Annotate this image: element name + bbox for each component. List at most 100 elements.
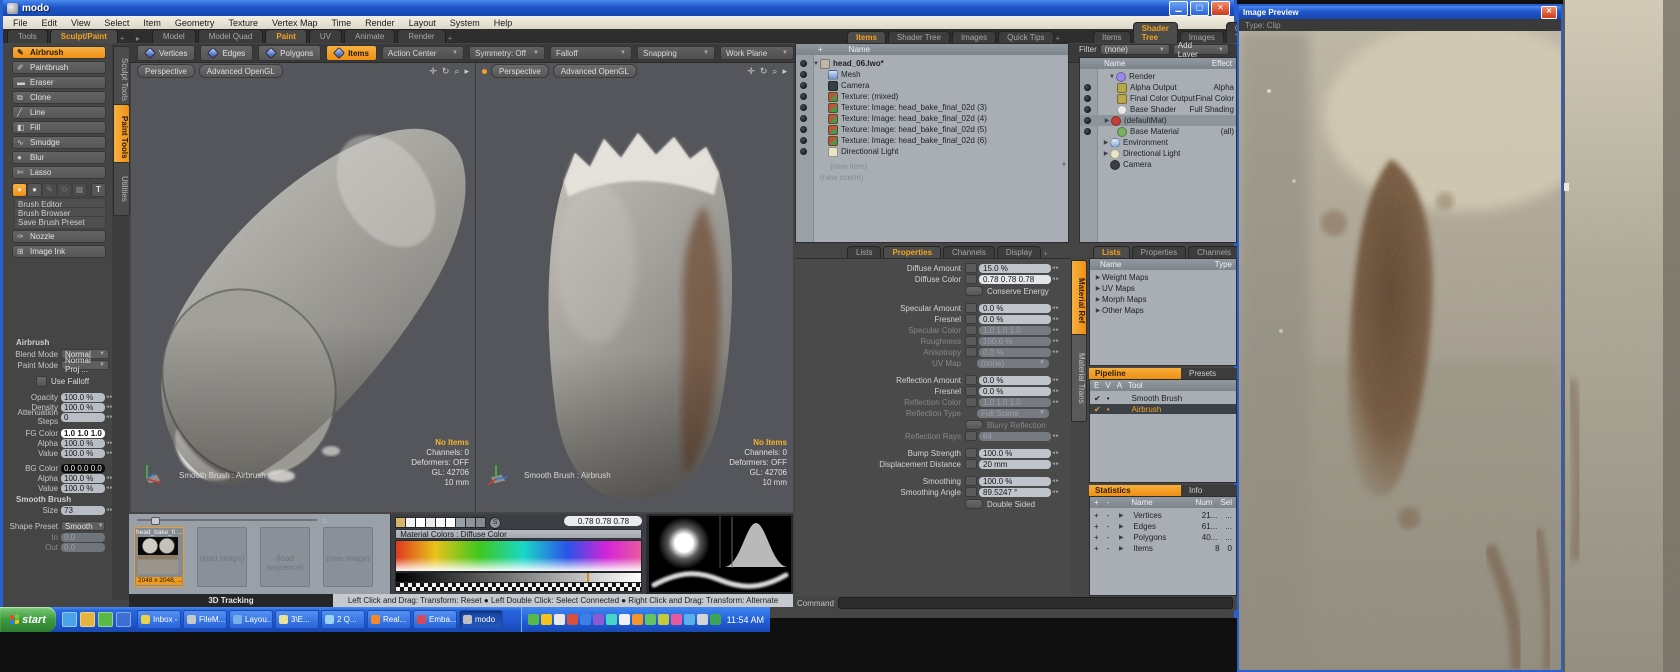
tray-icon[interactable] [658,614,669,625]
stat-row-vertices[interactable]: +-▶Vertices21...... [1090,510,1236,520]
tray-icon[interactable] [684,614,695,625]
stepper-icon[interactable]: ◄► [1051,388,1057,394]
shader-row-environment[interactable]: ▶Environment [1080,137,1236,148]
stepper-icon[interactable]: ◄► [1051,276,1057,282]
menu-system[interactable]: System [450,18,480,28]
preview-type-dropdown[interactable]: Type: Clip [1245,21,1281,30]
specular-amount-field[interactable]: 0.0 % [979,304,1051,313]
tab-channels[interactable]: Channels [1188,246,1240,258]
channel-icon[interactable] [965,325,977,335]
expand-plus-icon[interactable]: + [1094,522,1099,531]
tab-images[interactable]: Images [952,31,996,43]
tool-nozzle[interactable]: ✑Nozzle [12,230,106,243]
out-field[interactable]: 0.0 [61,543,105,552]
stepper-icon[interactable]: ◄► [1051,450,1057,456]
channel-icon[interactable] [965,459,977,469]
eye-icon[interactable] [1084,117,1091,124]
tab-paint-tools[interactable]: Paint Tools [113,104,130,170]
pan-icon[interactable]: ✛ [429,66,437,77]
tab-add-left[interactable]: + [120,34,134,43]
pan-icon[interactable]: ✛ [747,66,755,77]
pin-icon[interactable]: + [818,45,823,54]
roughness-field[interactable]: 100.0 % [979,337,1051,346]
brush-tip-image-button[interactable]: ▦ [72,183,87,197]
menu-select[interactable]: Select [104,18,129,28]
tab-material-trans[interactable]: Material Trans [1071,334,1087,422]
channel-icon[interactable] [965,386,977,396]
tool-paintbrush[interactable]: ✐Paintbrush [12,61,106,74]
channel-icon[interactable] [965,263,977,273]
mode-items[interactable]: Items [326,45,377,61]
taskbar-button-realplayer[interactable]: Real... [367,610,411,629]
taskbar-button-inbox[interactable]: Inbox - ... [137,610,181,629]
taskbar-button-embarcadero[interactable]: Emba... [413,610,457,629]
collapse-minus-icon[interactable]: - [1107,522,1110,531]
bg-color-field[interactable]: 0.0 0.0 0.0 [61,464,105,473]
shader-row-defaultmat[interactable]: ▶(defaultMat) [1080,115,1236,126]
tool-airbrush[interactable]: ✎Airbrush [12,46,106,59]
tab-add[interactable]: + [1043,249,1057,258]
eye-icon[interactable] [800,126,807,133]
scrollbar-arrow-icon[interactable]: ▾ [1062,160,1066,169]
tool-blur[interactable]: ●Blur [12,151,106,164]
stepper-icon[interactable]: ◄► [1051,399,1057,405]
stat-row-edges[interactable]: +-▶Edges61...... [1090,521,1236,531]
eye-icon[interactable] [800,60,807,67]
tray-icon[interactable] [671,614,682,625]
thumbnail-size-slider[interactable]: △ [137,517,327,523]
shader-row-base-shader[interactable]: Base ShaderFull Shading [1080,104,1236,115]
shading-dropdown[interactable]: Advanced OpenGL [199,64,283,78]
minimize-button[interactable]: ▁ [1169,1,1188,16]
channel-icon[interactable] [965,375,977,385]
tracking-mode-bar[interactable]: 3D Tracking [129,594,333,607]
stepper-icon[interactable]: ◄► [105,404,111,410]
tab-scroll-icon[interactable]: ▸ [136,34,150,43]
channel-icon[interactable] [965,303,977,313]
tab-lists[interactable]: Lists [847,246,881,258]
tab-render[interactable]: Render [397,29,445,43]
conserve-energy-checkbox[interactable] [965,286,983,296]
tab-sculpt-tools[interactable]: Sculpt Tools [113,46,130,112]
tab-quick-tips[interactable]: Quick Tips [998,31,1053,43]
brush-tip-procedural-button[interactable]: ✎ [42,183,57,197]
close-icon[interactable]: ✕ [1541,6,1557,19]
eye-icon[interactable] [800,137,807,144]
preview-texture-image[interactable] [1239,31,1561,670]
tab-shader-tree[interactable]: Shader Tree [888,31,950,43]
list-row-uv-maps[interactable]: ▶UV Maps [1090,283,1236,294]
tab-sculpt-paint[interactable]: Sculpt/Paint [50,29,118,43]
eye-icon[interactable] [800,93,807,100]
orbit-icon[interactable]: ↻ [760,66,768,77]
tab-animate[interactable]: Animate [344,29,395,43]
menu-view[interactable]: View [71,18,90,28]
eye-icon[interactable] [1084,128,1091,135]
tray-icon[interactable] [606,614,617,625]
viewport-menu-icon[interactable]: ▸ [464,66,469,77]
use-falloff-checkbox[interactable] [36,376,47,387]
item-row-texture-4[interactable]: Texture: Image: head_bake_final_02d (4) [796,113,1068,124]
sample-color-button[interactable]: S [489,517,501,529]
tray-icon[interactable] [645,614,656,625]
save-brush-preset-link[interactable]: Save Brush Preset [14,216,106,229]
menu-geometry[interactable]: Geometry [175,18,215,28]
tool-eraser[interactable]: ▬Eraser [12,76,106,89]
eye-icon[interactable] [800,115,807,122]
collapse-minus-icon[interactable]: - [1107,533,1110,542]
pipeline-row-smooth-brush[interactable]: ✔•Smooth Brush [1090,393,1236,403]
tray-icon[interactable] [580,614,591,625]
orbit-icon[interactable]: ↻ [442,66,450,77]
expand-plus-icon[interactable]: + [1094,511,1099,520]
item-row-scene[interactable]: ▼head_06.lwo* [796,58,1068,69]
stepper-icon[interactable]: ◄► [105,394,111,400]
anisotropy-field[interactable]: 0.0 % [979,348,1051,357]
thumbnail-head-bake[interactable]: head_bake_fi ... 2048 x 2048, ... [134,527,184,587]
tray-icon[interactable] [593,614,604,625]
mode-polygons[interactable]: Polygons [258,45,321,61]
shader-row-camera[interactable]: Camera [1080,159,1236,170]
new-image-slot[interactable]: (new image) [323,527,373,587]
item-row-mesh[interactable]: Mesh [796,69,1068,80]
stepper-icon[interactable]: ◄► [105,485,111,491]
stepper-icon[interactable]: ◄► [105,414,111,420]
smoothing-angle-field[interactable]: 89.5247 ° [979,488,1051,497]
tab-properties[interactable]: Properties [883,246,941,258]
